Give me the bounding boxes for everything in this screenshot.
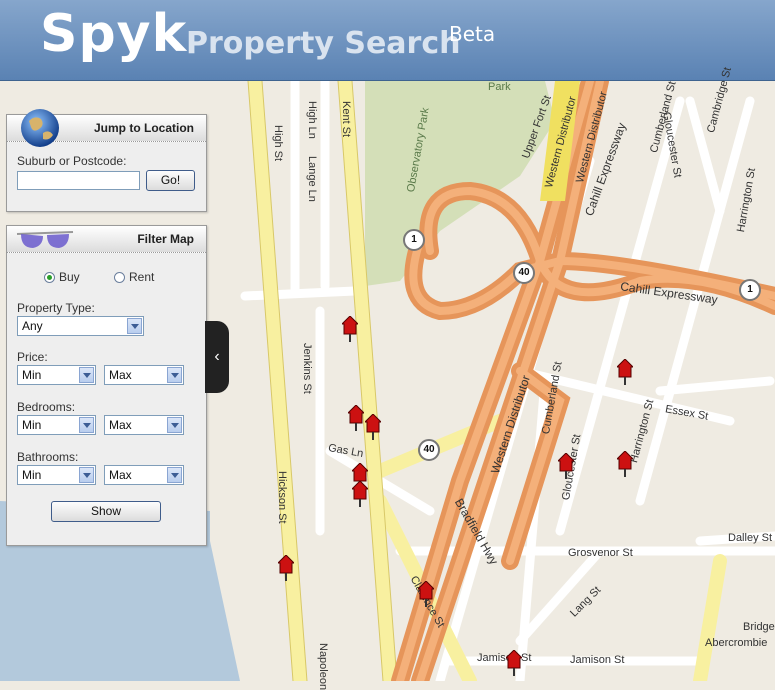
collapse-panel-button[interactable]: ‹: [205, 321, 229, 393]
chevron-down-icon: [167, 467, 182, 483]
filter-map-panel: Filter Map Buy Rent Property Type: Any P…: [6, 225, 207, 546]
select-value: Min: [22, 468, 42, 482]
street-label: Napoleon: [317, 643, 329, 690]
property-marker-icon[interactable]: [365, 414, 381, 440]
go-button[interactable]: Go!: [146, 170, 195, 191]
buy-radio[interactable]: [44, 272, 55, 283]
rent-label: Rent: [129, 270, 155, 284]
route-shield: 40: [418, 439, 440, 461]
rent-radio[interactable]: [114, 272, 125, 283]
suburb-input[interactable]: [17, 171, 140, 190]
beta-badge: Beta: [449, 22, 496, 46]
street-label: Lange Ln: [306, 156, 318, 202]
property-type-select[interactable]: Any: [17, 316, 144, 336]
panel-title: Jump to Location: [94, 121, 194, 135]
property-type-value: Any: [22, 319, 43, 333]
property-marker-icon[interactable]: [558, 453, 574, 479]
select-value: Min: [22, 418, 42, 432]
panel-header: Filter Map: [7, 226, 206, 253]
property-marker-icon[interactable]: [278, 555, 294, 581]
street-label: Dalley St: [728, 532, 773, 544]
panel-title: Filter Map: [137, 232, 194, 246]
street-label: Jamison St: [477, 652, 532, 664]
price-min-select[interactable]: Min: [17, 365, 96, 385]
select-value: Max: [109, 468, 132, 482]
show-button[interactable]: Show: [51, 501, 161, 522]
chevron-down-icon: [167, 417, 182, 433]
route-shield: 1: [739, 279, 761, 301]
property-marker-icon[interactable]: [617, 451, 633, 477]
street-label: High St: [272, 125, 284, 162]
jump-to-location-panel: Jump to Location Suburb or Postcode: Go!: [6, 109, 207, 212]
street-label: Jenkins St: [301, 343, 313, 394]
price-label: Price:: [17, 350, 48, 364]
bathrooms-label: Bathrooms:: [17, 450, 79, 464]
panel-header: Jump to Location: [7, 109, 206, 147]
property-marker-icon[interactable]: [348, 405, 364, 431]
property-type-label: Property Type:: [17, 301, 95, 315]
app-subtitle: Property Search: [186, 26, 461, 61]
route-shield: 40: [513, 262, 535, 284]
app-header: Spyk Property Search Beta: [0, 0, 775, 81]
suburb-label: Suburb or Postcode:: [17, 154, 127, 168]
street-label: Grosvenor St: [568, 547, 633, 559]
route-shield: 1: [403, 229, 425, 251]
property-marker-icon[interactable]: [617, 359, 633, 385]
property-marker-icon[interactable]: [342, 316, 358, 342]
street-label: Jamison St: [570, 654, 625, 666]
globe-icon: [21, 109, 59, 147]
chevron-down-icon: [79, 417, 94, 433]
sunglasses-icon: [16, 231, 74, 248]
property-marker-icon[interactable]: [352, 481, 368, 507]
buy-label: Buy: [59, 270, 80, 284]
street-label: High Ln: [306, 101, 318, 139]
park-label: Park: [488, 81, 511, 93]
property-marker-icon[interactable]: [506, 650, 522, 676]
price-max-select[interactable]: Max: [104, 365, 184, 385]
bathrooms-min-select[interactable]: Min: [17, 465, 96, 485]
select-value: Max: [109, 418, 132, 432]
chevron-down-icon: [167, 367, 182, 383]
bathrooms-max-select[interactable]: Max: [104, 465, 184, 485]
chevron-down-icon: [79, 467, 94, 483]
chevron-down-icon: [127, 318, 142, 334]
street-label: Bridge: [743, 621, 775, 633]
street-label: Abercrombie: [705, 637, 768, 649]
property-marker-icon[interactable]: [418, 581, 434, 607]
select-value: Max: [109, 368, 132, 382]
brand-logo[interactable]: Spyk: [40, 4, 187, 64]
bedrooms-max-select[interactable]: Max: [104, 415, 184, 435]
bedrooms-label: Bedrooms:: [17, 400, 76, 414]
street-label: Kent St: [340, 101, 352, 138]
street-label: Hickson St: [276, 471, 288, 524]
chevron-down-icon: [79, 367, 94, 383]
select-value: Min: [22, 368, 42, 382]
bedrooms-min-select[interactable]: Min: [17, 415, 96, 435]
chevron-left-icon: ‹: [214, 348, 220, 365]
